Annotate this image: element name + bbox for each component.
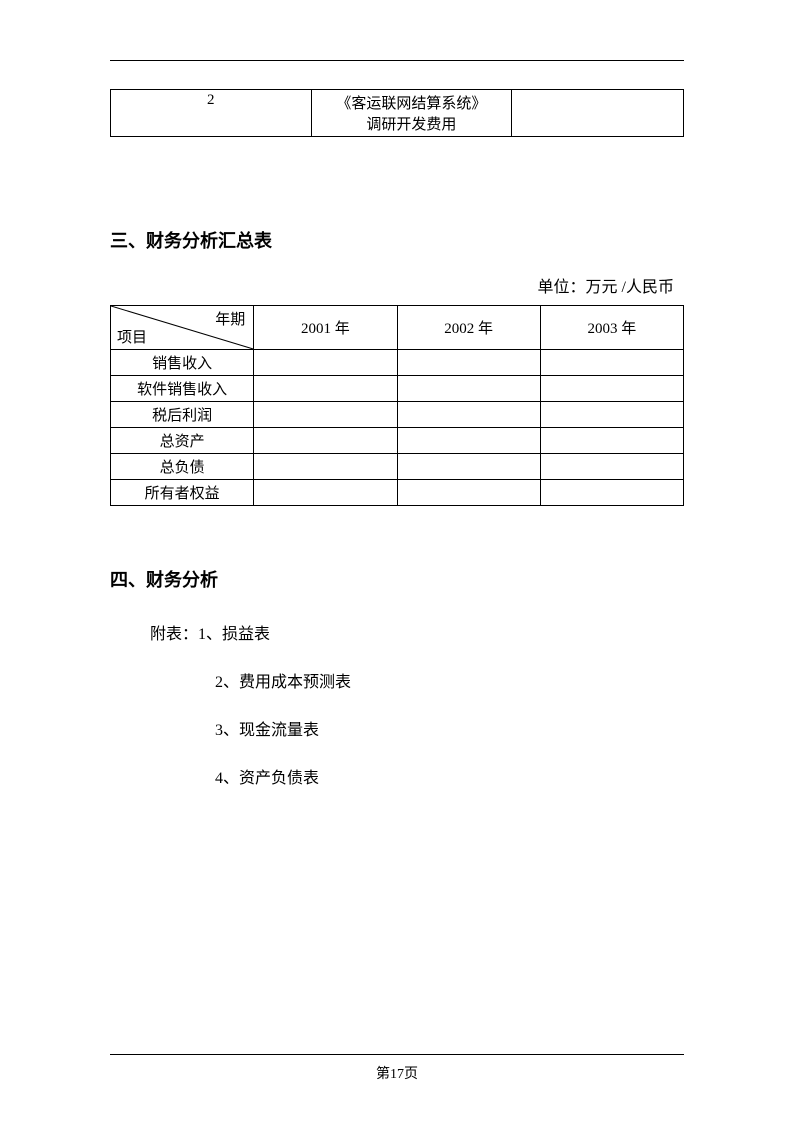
table-row: 总资产 [111,428,684,454]
header-divider [110,60,684,61]
col-header-2003: 2003 年 [540,306,683,350]
row-label: 税后利润 [111,402,254,428]
table1-cell-3 [512,90,684,137]
diag-top-label: 年期 [215,308,245,329]
financial-summary-table: 年期 项目 2001 年 2002 年 2003 年 销售收入 软件销售收入 税… [110,305,684,506]
section3-title: 三、财务分析汇总表 [110,227,684,253]
table-top: 2 《客运联网结算系统》 调研开发费用 [110,89,684,137]
list-item: 2、费用成本预测表 [215,668,684,692]
table-cell [397,402,540,428]
table-cell [397,480,540,506]
table-cell [254,402,397,428]
list-item: 4、资产负债表 [215,764,684,788]
table-cell [254,428,397,454]
table1-cell-2-line1: 《客运联网结算系统》 [316,92,508,113]
table-cell [397,454,540,480]
table-cell [540,428,683,454]
footer-divider [110,1054,684,1055]
diag-header-cell: 年期 项目 [111,306,254,350]
table1-cell-1: 2 [111,90,312,137]
table-cell [540,402,683,428]
table-row: 销售收入 [111,350,684,376]
table-row: 所有者权益 [111,480,684,506]
footer: 第17页 [110,1054,684,1083]
section4-title: 四、财务分析 [110,566,684,592]
table-cell [397,350,540,376]
table-cell [540,350,683,376]
attachment-label: 附表：1、损益表 [150,620,684,644]
table-row: 税后利润 [111,402,684,428]
table-cell [254,480,397,506]
table1-cell-2-line2: 调研开发费用 [316,113,508,134]
table-cell [254,350,397,376]
row-label: 总负债 [111,454,254,480]
row-label: 销售收入 [111,350,254,376]
diag-bottom-label: 项目 [117,326,147,347]
table1-cell-2: 《客运联网结算系统》 调研开发费用 [311,90,512,137]
table-row: 总负债 [111,454,684,480]
table-cell [254,454,397,480]
table-row: 软件销售收入 [111,376,684,402]
table-cell [540,376,683,402]
table-cell [540,480,683,506]
table-cell [254,376,397,402]
table-cell [540,454,683,480]
col-header-2001: 2001 年 [254,306,397,350]
section3-unit: 单位：万元 /人民币 [110,273,684,297]
row-label: 所有者权益 [111,480,254,506]
page-number: 第17页 [110,1063,684,1083]
table-cell [397,428,540,454]
row-label: 软件销售收入 [111,376,254,402]
col-header-2002: 2002 年 [397,306,540,350]
list-item: 3、现金流量表 [215,716,684,740]
row-label: 总资产 [111,428,254,454]
table-cell [397,376,540,402]
